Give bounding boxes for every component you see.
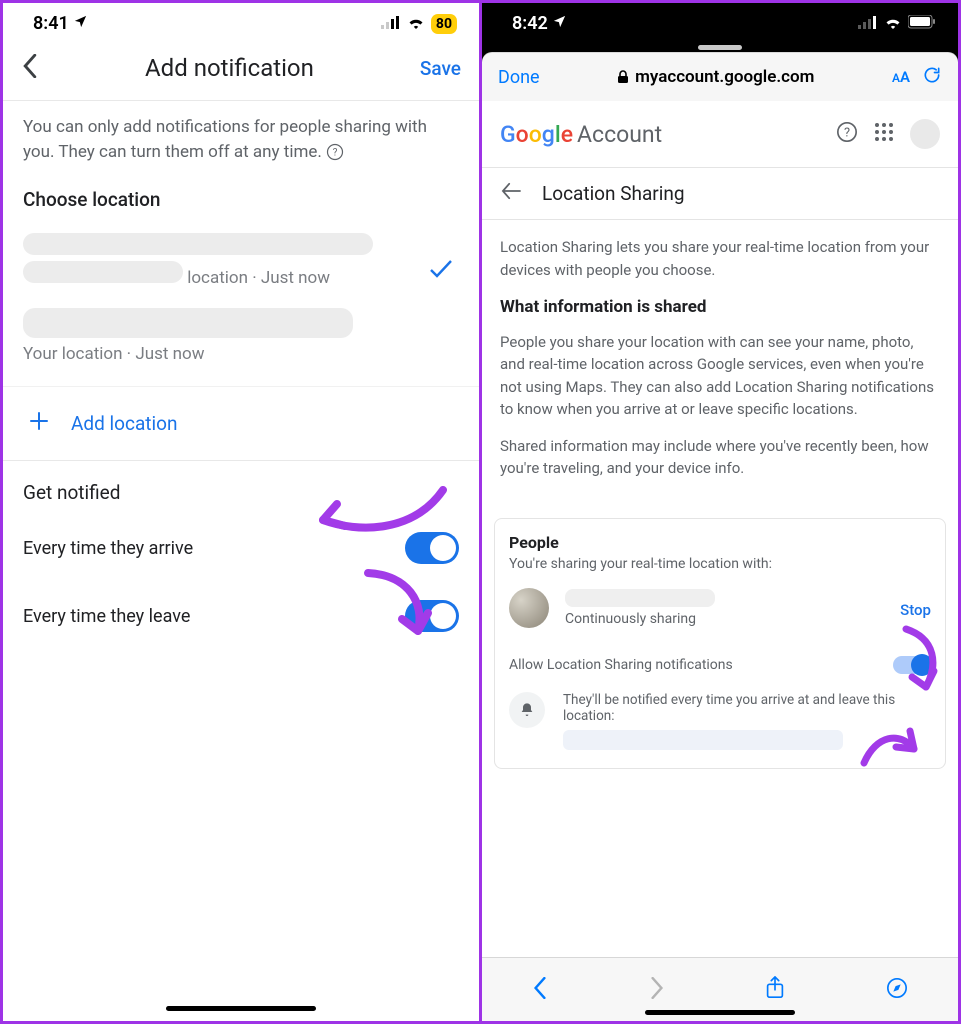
location-services-icon: [73, 13, 88, 34]
people-card: People You're sharing your real-time loc…: [494, 518, 946, 769]
location-item-1[interactable]: location · Just now: [3, 225, 479, 300]
status-right: 80: [381, 13, 457, 34]
intro-text: Location Sharing lets you share your rea…: [500, 236, 940, 281]
apps-icon[interactable]: [874, 122, 894, 146]
status-time: 8:41: [33, 13, 69, 34]
svg-text:?: ?: [333, 148, 338, 159]
redacted-name: [23, 233, 373, 255]
svg-text:?: ?: [844, 126, 850, 141]
cellular-icon: [381, 13, 401, 34]
notification-row: They'll be notified every time you arriv…: [509, 692, 931, 750]
redacted-name: [23, 308, 353, 338]
add-location-label: Add location: [71, 412, 177, 435]
allow-notifications-toggle[interactable]: [893, 656, 931, 674]
help-icon[interactable]: ?: [836, 121, 858, 147]
people-title: People: [509, 533, 931, 552]
plus-icon: [29, 411, 49, 436]
location-sharing-title: Location Sharing: [542, 182, 685, 205]
google-account-logo: Google Account: [500, 121, 662, 148]
toggle-arrive[interactable]: [405, 532, 459, 564]
text-size-button[interactable]: AA: [892, 68, 910, 86]
toggle-leave-row: Every time they leave: [3, 582, 479, 650]
status-time: 8:42: [512, 13, 548, 34]
toolbar-back-icon[interactable]: [532, 977, 548, 1003]
allow-notifications-label: Allow Location Sharing notifications: [509, 657, 733, 673]
back-icon[interactable]: [21, 54, 39, 82]
safari-icon[interactable]: [886, 977, 908, 1003]
location-sharing-header: Location Sharing: [482, 167, 958, 220]
choose-location-title: Choose location: [3, 182, 479, 225]
people-subtitle: You're sharing your real-time location w…: [509, 556, 931, 572]
content-area: Location Sharing lets you share your rea…: [482, 220, 958, 510]
toggle-arrive-label: Every time they arrive: [23, 538, 193, 559]
nav-header: Add notification Save: [3, 40, 479, 101]
what-shared-p2: Shared information may include where you…: [500, 435, 940, 480]
google-account-header: Google Account ?: [482, 101, 958, 167]
help-icon[interactable]: ?: [326, 143, 344, 161]
what-shared-heading: What information is shared: [500, 295, 940, 321]
home-indicator: [645, 1010, 795, 1015]
redacted-location: [563, 730, 843, 750]
toolbar-forward-icon: [649, 977, 665, 1003]
bell-icon: [509, 692, 545, 728]
person-avatar: [509, 588, 549, 628]
notification-description: They'll be notified every time you arriv…: [563, 692, 931, 724]
person-row: Continuously sharing: [509, 588, 931, 628]
home-indicator: [166, 1006, 316, 1011]
location-services-icon: [552, 13, 567, 34]
toggle-leave-label: Every time they leave: [23, 606, 190, 627]
status-bar: 8:41 80: [3, 3, 479, 40]
battery-icon: [908, 13, 936, 34]
allow-notifications-row: Allow Location Sharing notifications: [509, 656, 931, 674]
done-button[interactable]: Done: [498, 67, 540, 88]
url-display[interactable]: myaccount.google.com: [552, 67, 880, 87]
location-item-2[interactable]: Your location · Just now: [3, 300, 479, 376]
save-button[interactable]: Save: [420, 57, 461, 80]
sharing-status: Continuously sharing: [565, 611, 715, 627]
browser-bar: Done myaccount.google.com AA: [482, 52, 958, 101]
wifi-icon: [884, 13, 902, 34]
stop-button[interactable]: Stop: [900, 601, 931, 619]
right-screenshot: 8:42 Done myaccount.go: [482, 3, 958, 1021]
page-title: Add notification: [145, 54, 314, 82]
lock-icon: [617, 70, 629, 84]
what-shared-p1: People you share your location with can …: [500, 331, 940, 421]
redacted-name: [565, 589, 715, 607]
reload-icon[interactable]: [922, 65, 942, 89]
add-location-button[interactable]: Add location: [3, 386, 479, 461]
toggle-leave[interactable]: [405, 600, 459, 632]
share-icon[interactable]: [765, 976, 785, 1004]
cellular-icon: [858, 13, 878, 34]
redacted-text: [23, 261, 183, 283]
description-text: You can only add notifications for peopl…: [3, 101, 479, 182]
left-screenshot: 8:41 80 Add notification Save: [3, 3, 482, 1021]
get-notified-title: Get notified: [3, 461, 479, 514]
back-arrow-icon[interactable]: [500, 182, 522, 205]
checkmark-icon: [429, 259, 453, 283]
toggle-arrive-row: Every time they arrive: [3, 514, 479, 582]
wifi-icon: [407, 13, 425, 34]
avatar[interactable]: [910, 119, 940, 149]
battery-indicator: 80: [431, 14, 457, 34]
